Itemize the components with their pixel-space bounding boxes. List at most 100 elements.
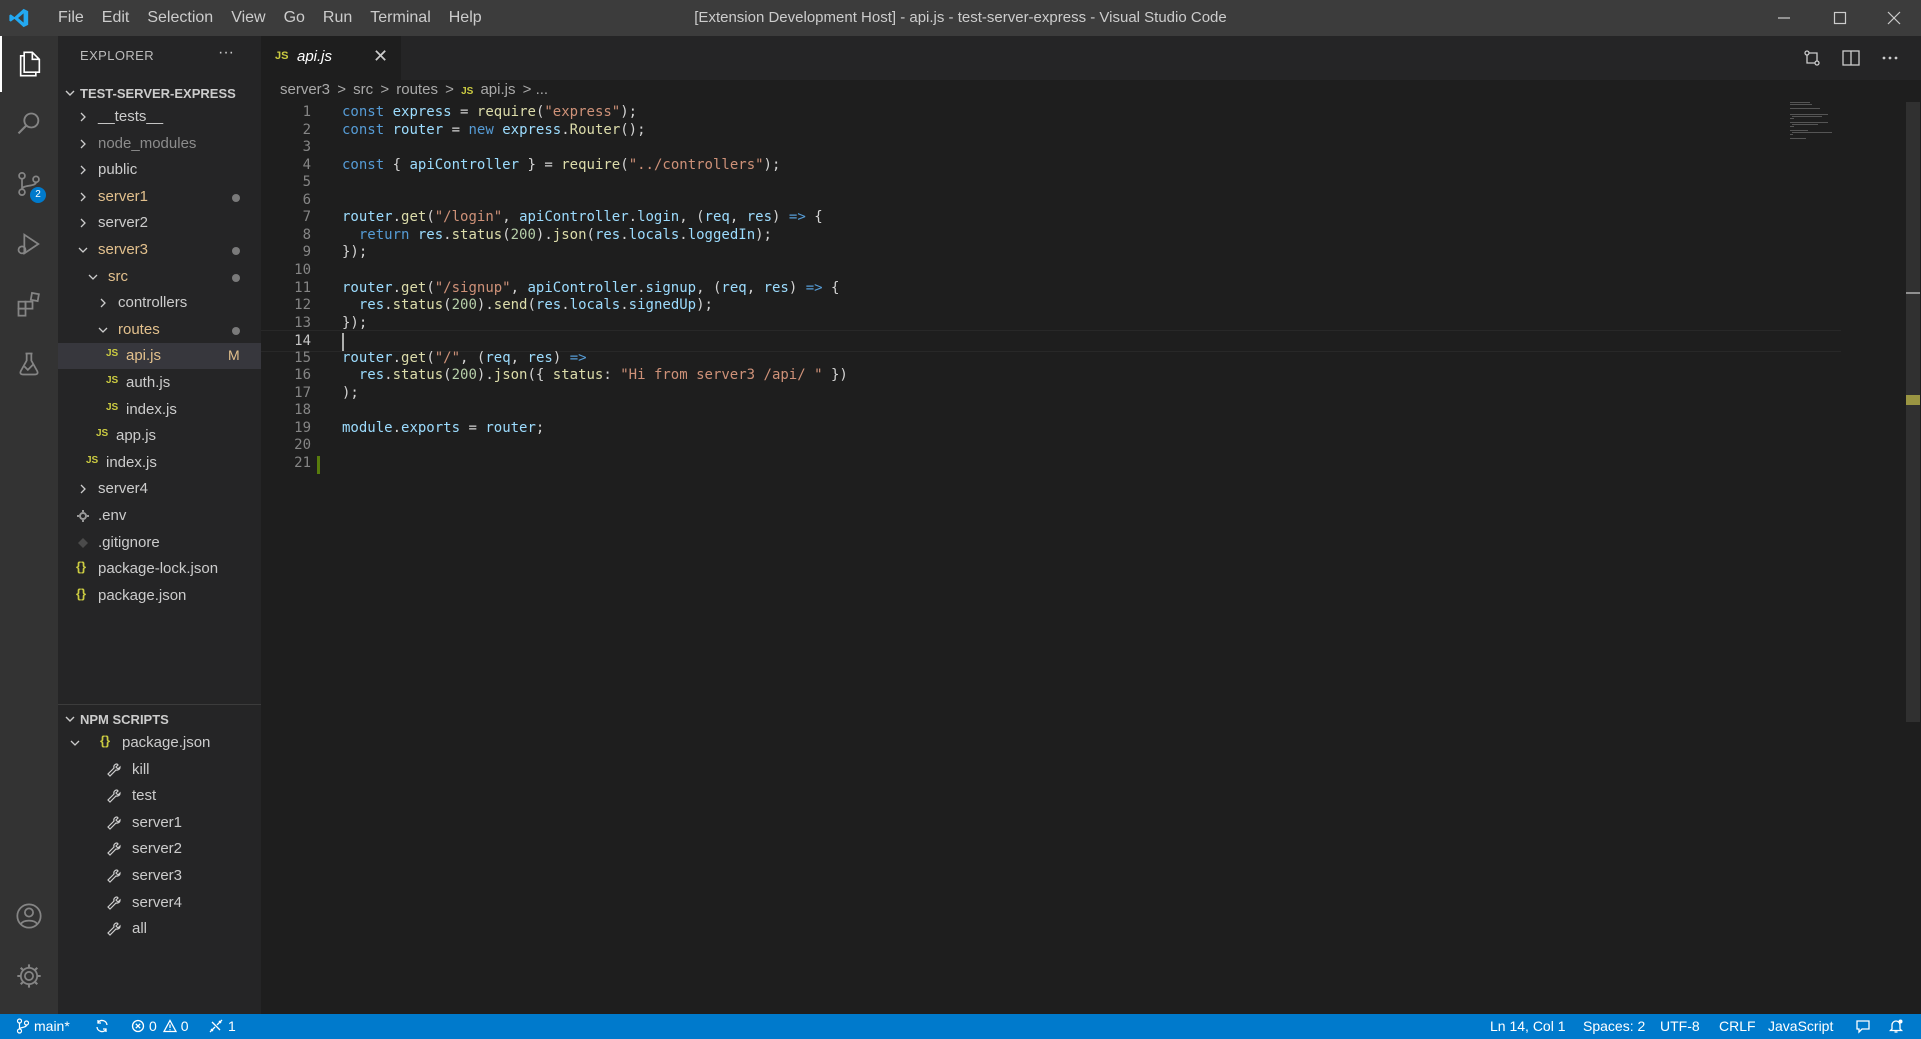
npm-script-server1[interactable]: server1 — [58, 810, 261, 836]
tree-folder-server1[interactable]: server1 — [58, 184, 261, 210]
status-eol[interactable]: CRLF — [1719, 1018, 1756, 1034]
npm-scripts-section[interactable]: NPM SCRIPTS — [58, 708, 261, 730]
activity-accounts[interactable] — [0, 888, 58, 944]
breadcrumb-routes[interactable]: routes — [396, 81, 438, 98]
tree-folder-server2[interactable]: server2 — [58, 210, 261, 236]
broadcast-icon — [209, 1019, 223, 1033]
tab-close-button[interactable]: ✕ — [373, 46, 388, 67]
activity-extensions[interactable] — [0, 276, 58, 332]
status-feedback[interactable] — [1855, 1018, 1875, 1034]
breadcrumb-separator: > — [445, 81, 454, 98]
json-file-icon: {} — [76, 585, 87, 601]
open-changes-button[interactable] — [1800, 46, 1824, 70]
status-problems[interactable]: 0 0 — [131, 1018, 189, 1034]
tree-file-env[interactable]: .env — [58, 503, 261, 529]
tree-folder-node-modules[interactable]: node_modules — [58, 131, 261, 157]
activity-source-control[interactable]: 2 — [0, 156, 58, 212]
status-notifications[interactable] — [1888, 1018, 1908, 1034]
minimize-button[interactable] — [1756, 0, 1812, 36]
tree-folder-public[interactable]: public — [58, 157, 261, 183]
npm-script-server3[interactable]: server3 — [58, 863, 261, 889]
menu-file[interactable]: File — [49, 0, 93, 36]
menu-help[interactable]: Help — [440, 0, 491, 36]
code-line[interactable]: 21 — [261, 453, 1841, 475]
tree-file-package-lock-json[interactable]: {} package-lock.json — [58, 556, 261, 582]
wrench-icon — [107, 922, 121, 937]
activity-manage[interactable] — [0, 948, 58, 1004]
split-editor-button[interactable] — [1839, 46, 1863, 70]
tree-file-app-js[interactable]: JS app.js — [58, 423, 261, 449]
status-sync[interactable] — [94, 1018, 114, 1034]
tree-label: kill — [132, 760, 150, 778]
status-encoding[interactable]: UTF-8 — [1660, 1018, 1700, 1034]
activity-run-debug[interactable] — [0, 216, 58, 272]
feedback-icon — [1856, 1020, 1870, 1034]
menu-go[interactable]: Go — [275, 0, 314, 36]
activity-explorer[interactable] — [0, 36, 58, 92]
tree-file-index-js-root[interactable]: JS index.js — [58, 450, 261, 476]
status-ports[interactable]: 1 — [208, 1018, 236, 1034]
js-file-icon: JS — [461, 86, 474, 97]
tree-label: server2 — [98, 214, 149, 232]
breadcrumb-symbol[interactable]: > ... — [523, 81, 548, 98]
activity-search[interactable] — [0, 96, 58, 152]
maximize-button[interactable] — [1812, 0, 1868, 36]
tab-api-js[interactable]: JS api.js ✕ — [261, 36, 401, 80]
overview-ruler-change — [1906, 395, 1920, 405]
npm-script-server2[interactable]: server2 — [58, 836, 261, 862]
npm-script-all[interactable]: all — [58, 916, 261, 942]
tree-folder-tests[interactable]: __tests__ — [58, 104, 261, 130]
json-file-icon: {} — [76, 559, 87, 575]
bell-icon — [1888, 1019, 1904, 1033]
npm-script-server4[interactable]: server4 — [58, 890, 261, 916]
tree-label: server4 — [98, 480, 149, 498]
tree-label: src — [108, 267, 128, 285]
npm-script-kill[interactable]: kill — [58, 757, 261, 783]
breadcrumb-server3[interactable]: server3 — [280, 81, 330, 98]
more-icon — [1882, 56, 1898, 60]
tree-label: package.json — [122, 734, 211, 751]
tree-folder-routes[interactable]: routes — [58, 317, 261, 343]
activity-testing[interactable] — [0, 336, 58, 392]
workspace-root[interactable]: TEST-SERVER-EXPRESS — [58, 82, 261, 104]
menu-terminal[interactable]: Terminal — [361, 0, 439, 36]
editor-tabs: JS api.js ✕ — [261, 36, 1921, 80]
breadcrumb-separator: > — [337, 81, 346, 98]
tree-file-auth-js[interactable]: JS auth.js — [58, 370, 261, 396]
breadcrumb-file[interactable]: api.js — [480, 81, 515, 98]
tree-folder-server4[interactable]: server4 — [58, 476, 261, 502]
menu-selection[interactable]: Selection — [138, 0, 222, 36]
menu-view[interactable]: View — [222, 0, 274, 36]
status-error-count: 0 — [149, 1018, 157, 1034]
tree-file-index-js[interactable]: JS index.js — [58, 397, 261, 423]
tree-folder-server3[interactable]: server3 — [58, 237, 261, 263]
chevron-down-icon — [65, 716, 75, 722]
overview-ruler-cursor — [1906, 292, 1920, 294]
status-cursor-position[interactable]: Ln 14, Col 1 — [1490, 1018, 1566, 1034]
explorer-more-actions-button[interactable]: ··· — [218, 44, 234, 62]
git-file-icon — [78, 537, 88, 548]
tree-label: all — [132, 920, 148, 938]
menu-edit[interactable]: Edit — [93, 0, 139, 36]
tree-label: server3 — [98, 241, 149, 258]
status-language[interactable]: JavaScript — [1768, 1018, 1833, 1034]
tree-file-api-js[interactable]: JS api.js M — [58, 343, 261, 370]
close-window-button[interactable] — [1866, 0, 1921, 36]
menu-run[interactable]: Run — [314, 0, 361, 36]
code-editor[interactable]: 1 const express = require("express"); 2 con… — [261, 102, 1921, 1014]
tree-label: package-lock.json — [98, 560, 219, 578]
tree-folder-controllers[interactable]: controllers — [58, 290, 261, 316]
tree-file-package-json[interactable]: {} package.json — [58, 583, 261, 609]
breadcrumb-src[interactable]: src — [353, 81, 373, 98]
minimap[interactable] — [1790, 100, 1850, 150]
tree-folder-src[interactable]: src — [58, 264, 261, 290]
status-branch[interactable]: main* — [16, 1018, 70, 1034]
status-indentation[interactable]: Spaces: 2 — [1583, 1018, 1645, 1034]
tree-file-gitignore[interactable]: .gitignore — [58, 530, 261, 556]
vertical-scrollbar[interactable] — [1906, 102, 1920, 722]
editor-more-actions-button[interactable] — [1878, 46, 1902, 70]
tree-label: server1 — [132, 813, 183, 831]
js-file-icon: JS — [106, 348, 119, 360]
npm-package-json[interactable]: {} package.json — [58, 730, 261, 756]
npm-script-test[interactable]: test — [58, 783, 261, 809]
